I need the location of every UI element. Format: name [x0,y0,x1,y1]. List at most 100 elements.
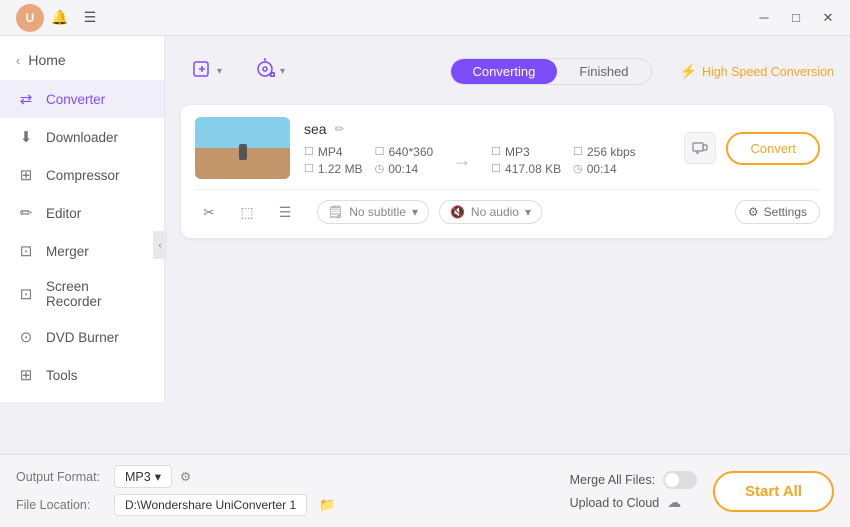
sidebar-label-dvd-burner: DVD Burner [46,330,119,345]
sidebar-label-merger: Merger [46,244,89,259]
main-content: ▾ ▾ Converting Finished [165,36,850,454]
crop-tool-button[interactable]: ⬚ [233,198,261,226]
sidebar-label-converter: Converter [46,92,105,107]
start-all-button[interactable]: Start All [713,471,834,512]
settings-gear-icon: ⚙ [748,205,759,219]
device-icon-button[interactable] [684,132,716,164]
sidebar-item-editor[interactable]: ✏ Editor [0,194,164,232]
speed-badge: ⚡ High Speed Conversion [680,63,834,80]
audio-label: No audio [471,205,519,219]
output-format-value: MP3 [125,470,151,484]
sidebar-item-downloader[interactable]: ⬇ Downloader [0,118,164,156]
menu-icon[interactable]: ☰ [76,4,104,32]
titlebar-icons: U 🔔 ☰ [16,4,104,32]
sidebar-item-compressor[interactable]: ⊞ Compressor [0,156,164,194]
file-name: sea [304,121,327,137]
source-meta: ☐ MP4 ☐ 1.22 MB [304,145,363,176]
add-dvd-chevron: ▾ [280,66,285,77]
sidebar-collapse-button[interactable]: ‹ [153,231,167,259]
edit-filename-icon[interactable]: ✏ [335,122,345,136]
sidebar-item-converter[interactable]: ⇄ Converter [0,80,164,118]
source-duration: 00:14 [388,162,418,176]
sidebar-item-merger[interactable]: ⊡ Merger [0,232,164,270]
target-duration-icon: ◷ [573,162,583,175]
sidebar-item-screen-recorder[interactable]: ⊡ Screen Recorder [0,270,164,318]
browse-folder-button[interactable]: 📁 [315,493,339,517]
source-resolution: 640*360 [388,145,433,159]
sidebar-label-tools: Tools [46,368,78,383]
target-size-item: ☐ 417.08 KB [491,162,561,176]
tab-converting[interactable]: Converting [451,59,558,84]
effects-tool-button[interactable]: ☰ [271,198,299,226]
size-icon: ☐ [304,162,314,175]
maximize-button[interactable]: □ [782,4,810,32]
add-files-chevron: ▾ [217,66,222,77]
file-meta-grid: ☐ MP4 ☐ 1.22 MB ☐ 640*360 [304,145,670,176]
thumbnail-scene [195,117,290,179]
add-files-button[interactable]: ▾ [181,52,232,91]
bitrate-icon: ☐ [573,145,583,158]
editor-icon: ✏ [16,203,36,223]
target-format-icon: ☐ [491,145,501,158]
sidebar-item-dvd-burner[interactable]: ⊙ DVD Burner [0,318,164,356]
bottom-bar: Output Format: MP3 ▾ ⚙ File Location: D:… [0,454,850,527]
sidebar-label-downloader: Downloader [46,130,118,145]
merge-files-toggle[interactable] [663,471,697,489]
source-meta-2: ☐ 640*360 ◷ 00:14 [375,145,434,176]
output-format-label: Output Format: [16,470,106,484]
close-button[interactable]: ✕ [814,4,842,32]
bottom-middle: Merge All Files: Upload to Cloud ☁ [570,471,697,511]
upload-cloud-row: Upload to Cloud ☁ [570,494,682,511]
merge-files-row: Merge All Files: [570,471,697,489]
user-avatar[interactable]: U [16,4,44,32]
arrow-col: → [433,150,491,171]
add-files-icon [191,58,213,85]
settings-label: Settings [764,205,807,219]
notification-icon[interactable]: 🔔 [46,4,74,32]
subtitle-select[interactable]: 🗒 No subtitle ▾ [317,200,429,224]
settings-button[interactable]: ⚙ Settings [735,200,820,224]
minimize-button[interactable]: ─ [750,4,778,32]
convert-arrow-icon: → [453,150,471,171]
convert-actions: Convert [684,132,820,165]
cloud-icon[interactable]: ☁ [667,494,681,511]
output-format-settings-icon[interactable]: ⚙ [180,469,191,484]
convert-button[interactable]: Convert [726,132,820,165]
subtitle-placeholder-icon: 🗒 [328,205,343,219]
tab-finished[interactable]: Finished [557,59,650,84]
target-duration-item: ◷ 00:14 [573,162,636,176]
output-format-row: Output Format: MP3 ▾ ⚙ [16,465,554,488]
file-location-input[interactable]: D:\Wondershare UniConverter 1 [114,494,307,516]
duration-icon: ◷ [375,162,385,175]
subtitle-label: No subtitle [349,205,406,219]
back-arrow-icon: ‹ [16,53,20,68]
merger-icon: ⊡ [16,241,36,261]
file-location-label: File Location: [16,498,106,512]
output-format-select[interactable]: MP3 ▾ [114,465,172,488]
audio-select[interactable]: 🔇 No audio ▾ [439,200,542,224]
sidebar: ‹ Home ⇄ Converter ⬇ Downloader ⊞ Compre… [0,36,165,402]
target-size-icon: ☐ [491,162,501,175]
file-card-bottom: ✂ ⬚ ☰ 🗒 No subtitle ▾ 🔇 No audio ▾ ⚙ Set… [195,189,820,226]
source-resolution-item: ☐ 640*360 [375,145,434,159]
sidebar-wrapper: ‹ Home ⇄ Converter ⬇ Downloader ⊞ Compre… [0,36,165,454]
cut-tool-button[interactable]: ✂ [195,198,223,226]
home-label: Home [28,52,65,68]
upload-cloud-label: Upload to Cloud [570,496,660,510]
output-format-chevron-icon: ▾ [155,469,161,484]
sidebar-label-screen-recorder: Screen Recorder [46,279,148,309]
target-bitrate-item: ☐ 256 kbps [573,145,636,159]
file-location-value: D:\Wondershare UniConverter 1 [125,498,296,512]
add-dvd-button[interactable]: ▾ [244,52,295,91]
tab-group: Converting Finished [450,58,652,85]
sidebar-item-tools[interactable]: ⊞ Tools [0,356,164,394]
target-bitrate: 256 kbps [587,145,636,159]
source-format-item: ☐ MP4 [304,145,363,159]
file-info-section: sea ✏ ☐ MP4 ☐ 1.22 MB [304,121,670,176]
sidebar-home[interactable]: ‹ Home [0,44,164,80]
file-card-top: sea ✏ ☐ MP4 ☐ 1.22 MB [195,117,820,179]
compressor-icon: ⊞ [16,165,36,185]
screen-recorder-icon: ⊡ [16,284,36,304]
add-dvd-icon [254,58,276,85]
resolution-icon: ☐ [375,145,385,158]
